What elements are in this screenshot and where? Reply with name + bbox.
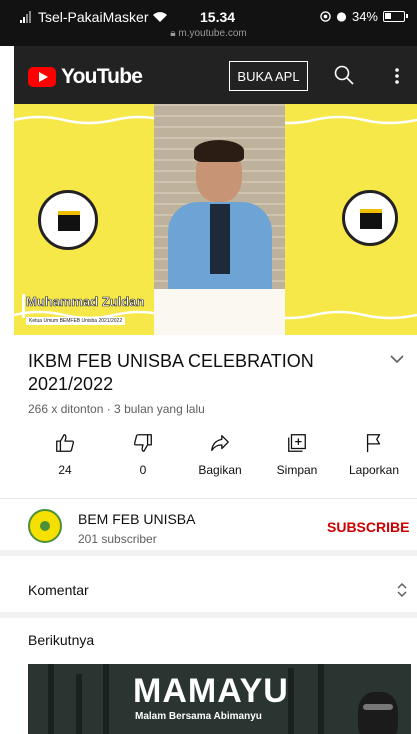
- university-seal-logo: [342, 190, 398, 246]
- save-to-playlist-icon: [288, 434, 306, 452]
- like-icon: [56, 434, 75, 452]
- subscribe-button[interactable]: SUBSCRIBE: [327, 519, 409, 535]
- signal-icon: [20, 11, 31, 23]
- comments-label: Komentar: [28, 582, 89, 598]
- search-icon[interactable]: [334, 65, 354, 85]
- speaker-name-tag: Muhammad Zuldan Ketua Umum BEMFEB Unisba…: [22, 294, 145, 327]
- more-vert-icon[interactable]: [392, 66, 402, 86]
- speaker-role: Ketua Umum BEMFEB Unisba 2021/2022: [26, 317, 126, 325]
- youtube-wordmark: YouTube: [61, 65, 143, 88]
- location-icon: [320, 11, 331, 22]
- status-time: 15.34: [200, 9, 236, 25]
- share-button[interactable]: Bagikan: [180, 426, 260, 477]
- video-player[interactable]: Muhammad Zuldan Ketua Umum BEMFEB Unisba…: [14, 104, 417, 335]
- alarm-icon: [336, 12, 347, 22]
- status-bar: Tsel-PakaiMasker 15.34 34% 🔒︎ m.youtube.…: [0, 0, 417, 46]
- open-app-button[interactable]: BUKA APL: [229, 61, 308, 91]
- save-button[interactable]: Simpan: [257, 426, 337, 477]
- channel-avatar[interactable]: [28, 509, 62, 543]
- battery-percent: 34%: [351, 9, 378, 24]
- lock-icon: 🔒︎: [170, 28, 176, 39]
- battery-icon: [383, 11, 408, 22]
- youtube-logo[interactable]: YouTube: [28, 65, 143, 89]
- university-seal-logo: [38, 190, 98, 250]
- like-button[interactable]: 24: [25, 426, 105, 477]
- youtube-header: YouTube BUKA APL: [14, 46, 417, 104]
- dislike-button[interactable]: 0: [103, 426, 183, 477]
- share-icon: [211, 435, 229, 451]
- url-text: m.youtube.com: [178, 28, 247, 39]
- speaker-image: [154, 104, 285, 335]
- report-button[interactable]: Laporkan: [334, 426, 414, 477]
- action-bar: 24 0 Bagikan Simpan Laporkan: [14, 426, 417, 486]
- video-meta: 266 x ditonton · 3 bulan yang lalu: [28, 402, 205, 416]
- carrier-name: Tsel-PakaiMasker: [38, 9, 149, 25]
- channel-row: BEM FEB UNISBA 201 subscriber SUBSCRIBE: [0, 498, 417, 556]
- status-icons: 34%: [320, 9, 408, 24]
- thumbnail-person: [358, 692, 398, 734]
- next-video-thumbnail[interactable]: MAMAYU Malam Bersama Abimanyu: [28, 664, 411, 734]
- carrier-info: Tsel-PakaiMasker: [20, 9, 168, 25]
- youtube-play-icon: [28, 67, 56, 87]
- comments-section[interactable]: Komentar: [0, 562, 417, 618]
- save-label: Simpan: [276, 463, 318, 477]
- address-bar[interactable]: 🔒︎ m.youtube.com: [0, 28, 417, 39]
- video-title[interactable]: IKBM FEB UNISBA CELEBRATION 2021/2022: [28, 350, 358, 396]
- thumbnail-title: MAMAYU: [133, 672, 289, 710]
- share-label: Bagikan: [198, 463, 242, 477]
- like-count: 24: [58, 463, 72, 477]
- speaker-name: Muhammad Zuldan: [26, 294, 145, 310]
- channel-name[interactable]: BEM FEB UNISBA: [78, 511, 195, 527]
- wifi-icon: [153, 12, 168, 22]
- subscriber-count: 201 subscriber: [78, 532, 157, 546]
- up-next-label: Berikutnya: [28, 632, 95, 648]
- report-label: Laporkan: [348, 463, 400, 477]
- dislike-count: 0: [139, 463, 147, 477]
- flag-icon: [366, 434, 381, 453]
- thumbnail-subtitle: Malam Bersama Abimanyu: [135, 711, 262, 722]
- chevron-down-icon[interactable]: [389, 353, 405, 365]
- expand-updown-icon: [397, 582, 407, 598]
- dislike-icon: [133, 434, 152, 452]
